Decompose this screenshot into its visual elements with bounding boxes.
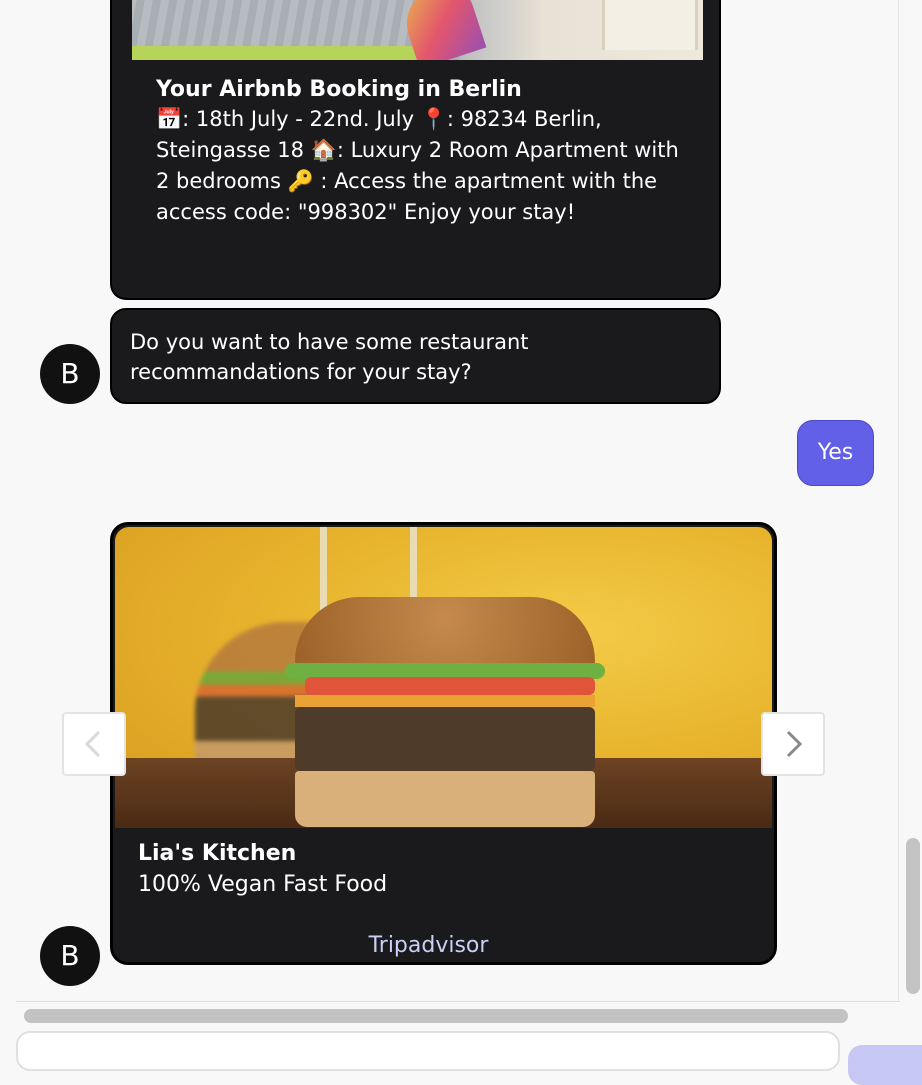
divider [16, 1001, 900, 1002]
booking-card-title: Your Airbnb Booking in Berlin [156, 77, 522, 102]
tripadvisor-link[interactable]: Tripadvisor [113, 931, 744, 961]
burger-image [115, 527, 772, 828]
bot-message-bubble: Do you want to have some restaurant reco… [110, 308, 721, 404]
restaurant-description: 100% Vegan Fast Food [138, 872, 388, 897]
restaurant-name: Lia's Kitchen [138, 841, 297, 866]
vertical-scrollbar-thumb[interactable] [906, 838, 920, 994]
chevron-left-icon [84, 730, 101, 758]
bot-avatar: B [40, 344, 100, 404]
bot-avatar: B [40, 926, 100, 986]
chevron-right-icon [786, 730, 803, 758]
booking-card-body: 📅: 18th July - 22nd. July 📍: 98234 Berli… [156, 107, 679, 224]
horizontal-scrollbar-thumb[interactable] [24, 1009, 848, 1023]
booking-card: Your Airbnb Booking in Berlin 📅: 18th Ju… [110, 0, 721, 300]
chat-message-list[interactable]: Your Airbnb Booking in Berlin 📅: 18th Ju… [0, 0, 899, 1001]
user-message-bubble: Yes [797, 420, 874, 486]
apartment-image [132, 0, 703, 60]
message-input[interactable] [16, 1031, 840, 1071]
send-button[interactable] [848, 1045, 922, 1085]
carousel-next-button[interactable] [761, 712, 825, 776]
restaurant-card: Lia's Kitchen 100% Vegan Fast Food Tripa… [110, 522, 777, 965]
bot-message-text: Do you want to have some restaurant reco… [130, 330, 529, 384]
carousel-prev-button[interactable] [62, 712, 126, 776]
